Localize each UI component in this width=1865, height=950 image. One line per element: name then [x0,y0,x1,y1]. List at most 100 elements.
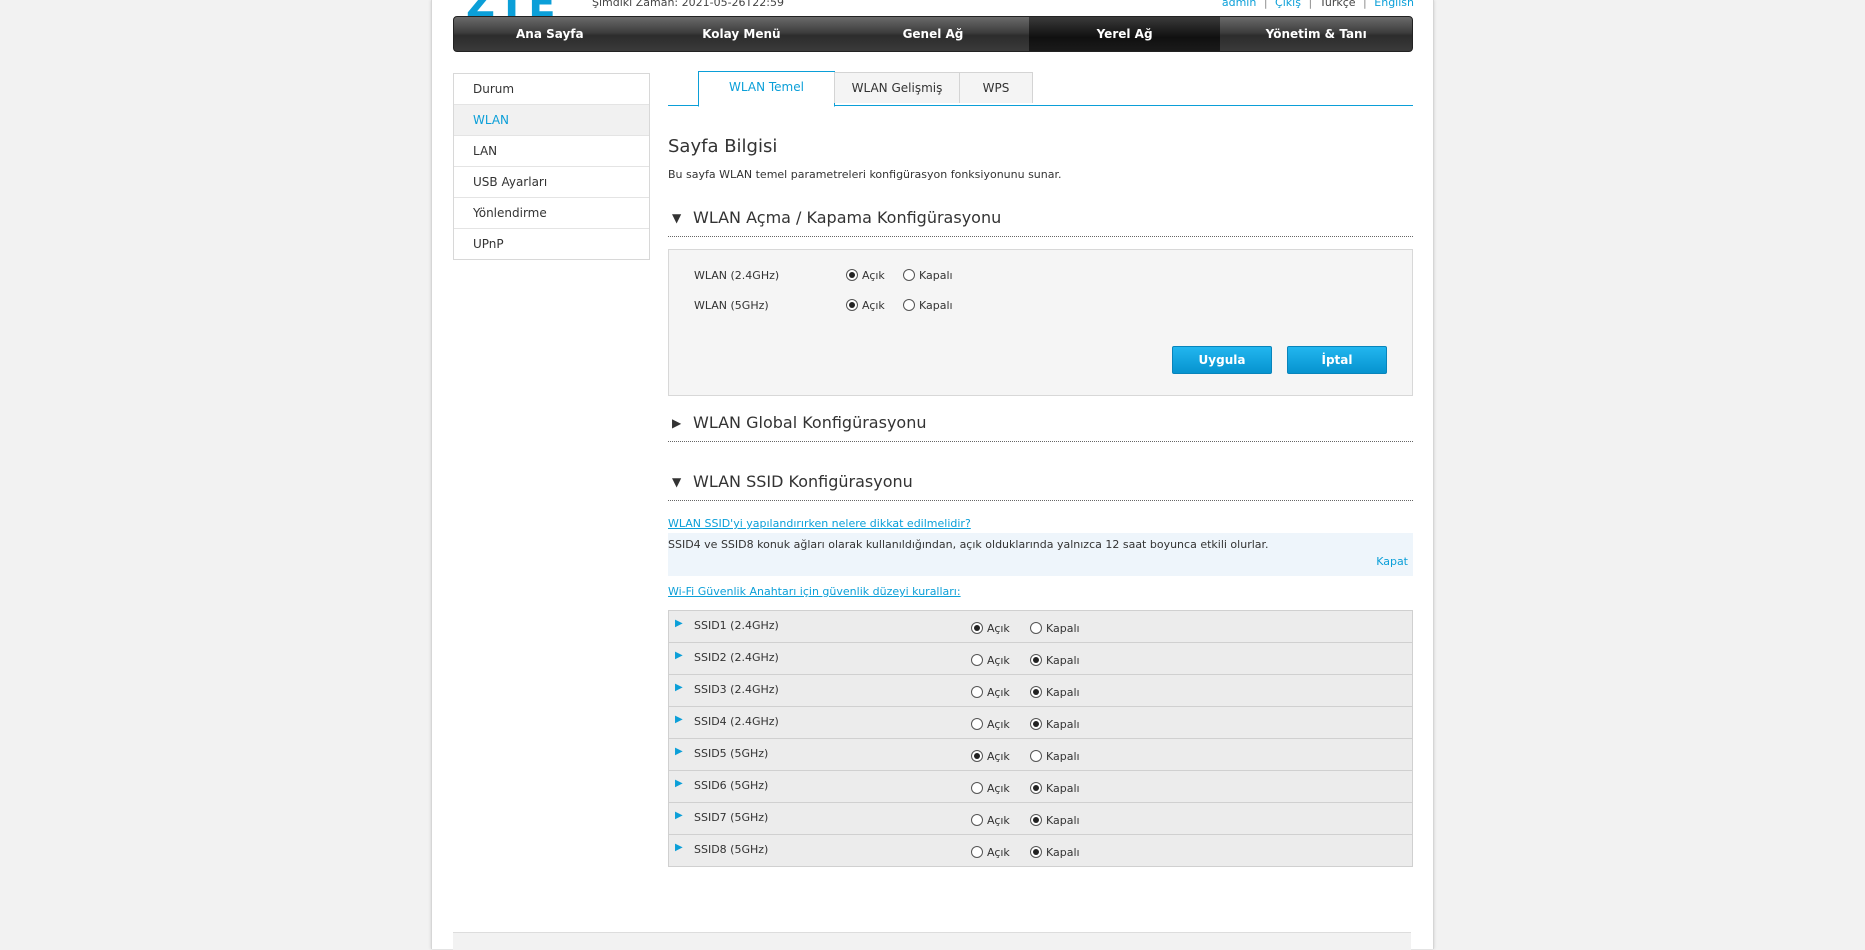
lang-english-link[interactable]: English [1374,0,1414,9]
sidebar-item-usb[interactable]: USB Ayarları [454,167,649,198]
radio-icon[interactable] [971,814,983,826]
radio-icon[interactable] [903,299,915,311]
radio-icon[interactable] [903,269,915,281]
ssid-row[interactable]: ▶ SSID4 (2.4GHz) Açık Kapalı [669,707,1412,739]
ssid-name: SSID4 (2.4GHz) [694,715,779,728]
logout-link[interactable]: Çıkış [1275,0,1301,9]
radio-icon[interactable] [971,782,983,794]
ssid-name: SSID2 (2.4GHz) [694,651,779,664]
wlan-5-off-option[interactable]: Kapalı [903,298,953,312]
ssid-on-option[interactable]: Açık [971,813,1010,827]
radio-icon[interactable] [1030,846,1042,858]
ssid-on-option[interactable]: Açık [971,749,1010,763]
ssid-off-option[interactable]: Kapalı [1030,813,1080,827]
sidebar-item-upnp[interactable]: UPnP [454,229,649,259]
cancel-button[interactable]: İptal [1287,346,1387,374]
ssid-off-option[interactable]: Kapalı [1030,749,1080,763]
tab-wlan-advanced[interactable]: WLAN Gelişmiş [834,72,960,103]
radio-label: Açık [987,813,1010,827]
radio-icon[interactable] [971,846,983,858]
ssid-on-option[interactable]: Açık [971,653,1010,667]
radio-icon[interactable] [1030,814,1042,826]
ssid-on-option[interactable]: Açık [971,685,1010,699]
expand-right-icon[interactable]: ▶ [675,618,683,629]
sidebar: Durum WLAN LAN USB Ayarları Yönlendirme … [453,73,650,260]
sidebar-item-routing[interactable]: Yönlendirme [454,198,649,229]
expand-right-icon[interactable]: ▶ [675,714,683,725]
radio-icon[interactable] [1030,654,1042,666]
section-onoff-header[interactable]: ▼ WLAN Açma / Kapama Konfigürasyonu [668,208,1413,237]
radio-icon[interactable] [1030,622,1042,634]
ssid-on-option[interactable]: Açık [971,621,1010,635]
radio-icon[interactable] [846,299,858,311]
radio-icon[interactable] [1030,750,1042,762]
ssid-name: SSID6 (5GHz) [694,779,769,792]
nav-easy-menu[interactable]: Kolay Menü [646,17,838,51]
radio-icon[interactable] [1030,718,1042,730]
radio-icon[interactable] [971,750,983,762]
ssid-off-option[interactable]: Kapalı [1030,845,1080,859]
nav-wan[interactable]: Genel Ağ [837,17,1029,51]
ssid-name: SSID1 (2.4GHz) [694,619,779,632]
ssid-on-option[interactable]: Açık [971,845,1010,859]
expand-right-icon[interactable]: ▶ [675,682,683,693]
section-ssid-title: WLAN SSID Konfigürasyonu [693,472,913,491]
ssid-row[interactable]: ▶ SSID3 (2.4GHz) Açık Kapalı [669,675,1412,707]
main-content: WLAN Temel WLAN Gelişmiş WPS Sayfa Bilgi… [668,71,1413,867]
section-onoff-title: WLAN Açma / Kapama Konfigürasyonu [693,208,1002,227]
nav-local-network[interactable]: Yerel Ağ [1028,17,1221,51]
expand-right-icon[interactable]: ▶ [675,810,683,821]
ssid-on-option[interactable]: Açık [971,717,1010,731]
radio-icon[interactable] [1030,782,1042,794]
section-global-header[interactable]: ▶ WLAN Global Konfigürasyonu [668,413,1413,442]
radio-icon[interactable] [971,686,983,698]
note-close-link[interactable]: Kapat [1376,555,1408,568]
expand-right-icon[interactable]: ▶ [675,842,683,853]
radio-label: Kapalı [1046,653,1080,667]
ssid-row[interactable]: ▶ SSID8 (5GHz) Açık Kapalı [669,835,1412,866]
ssid-row[interactable]: ▶ SSID5 (5GHz) Açık Kapalı [669,739,1412,771]
nav-management[interactable]: Yönetim & Tanı [1220,17,1412,51]
tab-wps[interactable]: WPS [959,72,1033,103]
ssid-row[interactable]: ▶ SSID1 (2.4GHz) Açık Kapalı [669,611,1412,643]
apply-button[interactable]: Uygula [1172,346,1272,374]
sidebar-item-status[interactable]: Durum [454,74,649,105]
tab-wlan-basic[interactable]: WLAN Temel [698,71,835,107]
wlan-24-on-option[interactable]: Açık [846,268,885,282]
wlan-5-on-option[interactable]: Açık [846,298,885,312]
expand-right-icon[interactable]: ▶ [675,778,683,789]
separator: | [1363,0,1367,9]
expand-right-icon[interactable]: ▶ [675,746,683,757]
user-link[interactable]: admin [1222,0,1256,9]
nav-home[interactable]: Ana Sayfa [454,17,646,51]
section-global-title: WLAN Global Konfigürasyonu [693,413,927,432]
radio-icon[interactable] [846,269,858,281]
sidebar-item-lan[interactable]: LAN [454,136,649,167]
radio-icon[interactable] [971,718,983,730]
expand-right-icon[interactable]: ▶ [675,650,683,661]
radio-label: Açık [987,845,1010,859]
section-ssid-header[interactable]: ▼ WLAN SSID Konfigürasyonu [668,472,1413,501]
radio-icon[interactable] [971,622,983,634]
security-rules-link[interactable]: Wi-Fi Güvenlik Anahtarı için güvenlik dü… [668,585,961,598]
ssid-off-option[interactable]: Kapalı [1030,717,1080,731]
ssid-on-option[interactable]: Açık [971,781,1010,795]
radio-label: Açık [987,621,1010,635]
top-links: admin | Çıkış | Türkçe | English [1222,0,1414,9]
ssid-row[interactable]: ▶ SSID7 (5GHz) Açık Kapalı [669,803,1412,835]
ssid-off-option[interactable]: Kapalı [1030,653,1080,667]
radio-label: Açık [862,298,885,312]
ssid-off-option[interactable]: Kapalı [1030,685,1080,699]
radio-icon[interactable] [1030,686,1042,698]
wlan-24-off-option[interactable]: Kapalı [903,268,953,282]
ssid-off-option[interactable]: Kapalı [1030,781,1080,795]
radio-label: Açık [987,781,1010,795]
radio-icon[interactable] [971,654,983,666]
ssid-row[interactable]: ▶ SSID6 (5GHz) Açık Kapalı [669,771,1412,803]
ssid-row[interactable]: ▶ SSID2 (2.4GHz) Açık Kapalı [669,643,1412,675]
sidebar-item-wlan[interactable]: WLAN [454,105,649,136]
ssid-off-option[interactable]: Kapalı [1030,621,1080,635]
radio-label: Kapalı [1046,717,1080,731]
ssid-help-link[interactable]: WLAN SSID'yi yapılandırırken nelere dikk… [668,517,971,530]
ssid-table: ▶ SSID1 (2.4GHz) Açık Kapalı ▶ SSID2 (2.… [668,610,1413,867]
